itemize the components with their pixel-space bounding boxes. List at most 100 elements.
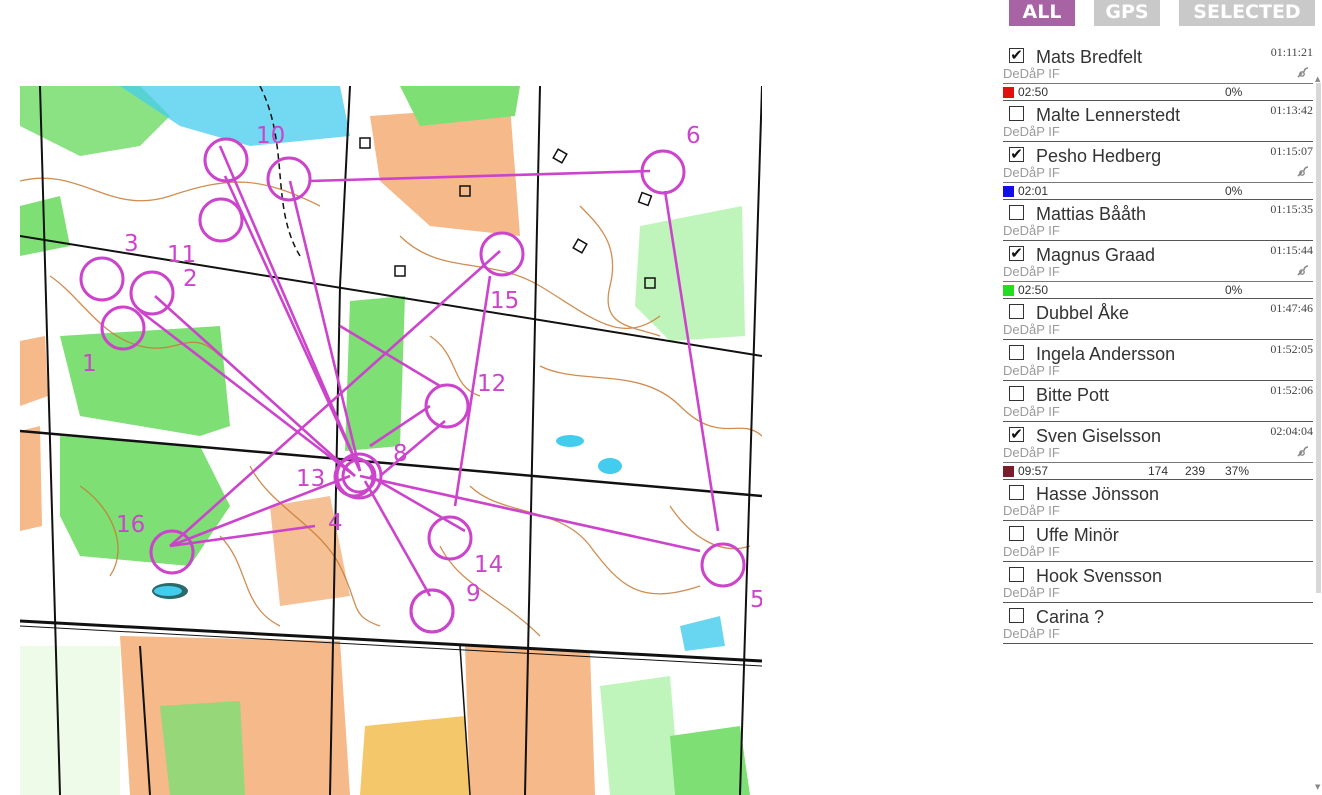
runner-start-time: 01:15:07 <box>1270 144 1313 158</box>
control-label-4: 4 <box>328 510 343 536</box>
runner-color-swatch[interactable] <box>1003 285 1014 296</box>
runner-header: Hook Svensson <box>1003 562 1313 586</box>
runner-checkbox[interactable] <box>1009 567 1024 582</box>
runner-club-line: DeDåP IF <box>1003 444 1313 462</box>
runner-start-time: 01:15:35 <box>1270 202 1313 216</box>
runner-color-swatch[interactable] <box>1003 186 1014 197</box>
runner-tracking-stats: 02:01 0% <box>1003 182 1313 199</box>
runner-club: DeDåP IF <box>1003 363 1060 378</box>
runner-club: DeDåP IF <box>1003 503 1060 518</box>
runner-row[interactable]: Carina ? DeDåP IF <box>1003 603 1313 644</box>
runner-stat-1: 174 <box>1148 464 1169 478</box>
runner-row[interactable]: Hook Svensson DeDåP IF <box>1003 562 1313 603</box>
runner-percent: 0% <box>1225 184 1243 198</box>
track-icon[interactable] <box>1295 165 1311 179</box>
runner-row[interactable]: Ingela Andersson 01:52:05 DeDåP IF <box>1003 340 1313 381</box>
runner-club: DeDåP IF <box>1003 585 1060 600</box>
runner-header: ✔ Sven Giselsson 02:04:04 <box>1003 422 1313 446</box>
runner-percent: 37% <box>1225 464 1250 478</box>
runner-row[interactable]: Mattias Bååth 01:15:35 DeDåP IF <box>1003 200 1313 241</box>
runner-checkbox[interactable]: ✔ <box>1009 246 1024 261</box>
runner-checkbox[interactable] <box>1009 106 1024 121</box>
orienteering-map[interactable]: 1 2 3 4 5 6 8 9 10 11 12 13 14 15 16 <box>20 86 762 795</box>
runner-tail-length: 02:50 <box>1018 85 1049 99</box>
runner-checkbox[interactable] <box>1009 485 1024 500</box>
runner-tail-length: 02:01 <box>1018 184 1049 198</box>
runner-checkbox[interactable] <box>1009 386 1024 401</box>
runner-checkbox[interactable] <box>1009 526 1024 541</box>
runner-checkbox[interactable] <box>1009 345 1024 360</box>
control-label-12: 12 <box>477 371 506 397</box>
runner-color-swatch[interactable] <box>1003 87 1014 98</box>
runner-start-time: 01:52:06 <box>1270 383 1313 397</box>
runner-tracking-stats: 02:50 0% <box>1003 83 1313 100</box>
runner-checkbox[interactable] <box>1009 304 1024 319</box>
runner-stat-2: 239 <box>1185 464 1206 478</box>
scrollbar-thumb[interactable] <box>1316 83 1321 593</box>
tab-gps[interactable]: GPS <box>1094 0 1160 26</box>
control-label-5: 5 <box>750 587 762 613</box>
runner-club-line: DeDåP IF <box>1003 362 1313 380</box>
runner-club-line: DeDåP IF <box>1003 263 1313 281</box>
control-label-8: 8 <box>393 441 408 467</box>
runner-club: DeDåP IF <box>1003 223 1060 238</box>
runner-row[interactable]: ✔ Mats Bredfelt 01:11:21 DeDåP IF 02:50 0% <box>1003 43 1313 101</box>
runner-club-line: DeDåP IF <box>1003 222 1313 240</box>
runner-club: DeDåP IF <box>1003 544 1060 559</box>
runner-checkbox[interactable]: ✔ <box>1009 147 1024 162</box>
runner-start-time: 01:15:44 <box>1270 243 1313 257</box>
runner-row[interactable]: ✔ Magnus Graad 01:15:44 DeDåP IF 02:50 0% <box>1003 241 1313 299</box>
runner-checkbox[interactable]: ✔ <box>1009 48 1024 63</box>
control-label-10: 10 <box>256 123 285 149</box>
runner-club-line: DeDåP IF <box>1003 403 1313 421</box>
runner-tail-length: 02:50 <box>1018 283 1049 297</box>
runner-row[interactable]: Malte Lennerstedt 01:13:42 DeDåP IF <box>1003 101 1313 142</box>
tab-all[interactable]: ALL <box>1009 0 1075 26</box>
control-label-16: 16 <box>116 512 145 538</box>
scroll-down-icon[interactable]: ▼ <box>1315 783 1320 791</box>
runner-header: ✔ Pesho Hedberg 01:15:07 <box>1003 142 1313 166</box>
runner-header: Dubbel Åke 01:47:46 <box>1003 299 1313 323</box>
control-label-2: 2 <box>183 266 198 292</box>
runner-header: Uffe Minör <box>1003 521 1313 545</box>
runner-club: DeDåP IF <box>1003 445 1060 460</box>
runner-list: ✔ Mats Bredfelt 01:11:21 DeDåP IF 02:50 0% Mal… <box>1003 43 1313 795</box>
control-label-6: 6 <box>686 123 701 149</box>
scroll-up-icon[interactable]: ▲ <box>1315 75 1320 83</box>
runner-row[interactable]: Uffe Minör DeDåP IF <box>1003 521 1313 562</box>
runner-color-swatch[interactable] <box>1003 466 1014 477</box>
runner-club: DeDåP IF <box>1003 124 1060 139</box>
runner-header: ✔ Magnus Graad 01:15:44 <box>1003 241 1313 265</box>
track-icon[interactable] <box>1295 264 1311 278</box>
list-scrollbar[interactable]: ▲ ▼ <box>1315 43 1322 795</box>
runner-start-time: 01:47:46 <box>1270 301 1313 315</box>
runner-checkbox[interactable] <box>1009 608 1024 623</box>
runner-checkbox[interactable]: ✔ <box>1009 427 1024 442</box>
runner-club-line: DeDåP IF <box>1003 502 1313 520</box>
track-icon[interactable] <box>1295 445 1311 459</box>
runner-row[interactable]: Hasse Jönsson DeDåP IF <box>1003 480 1313 521</box>
control-label-14: 14 <box>474 552 503 578</box>
control-label-13: 13 <box>296 466 325 492</box>
runner-checkbox[interactable] <box>1009 205 1024 220</box>
runner-club: DeDåP IF <box>1003 165 1060 180</box>
runner-club-line: DeDåP IF <box>1003 164 1313 182</box>
runner-club-line: DeDåP IF <box>1003 321 1313 339</box>
runner-club: DeDåP IF <box>1003 404 1060 419</box>
runner-club: DeDåP IF <box>1003 626 1060 641</box>
runner-percent: 0% <box>1225 85 1243 99</box>
tab-selected[interactable]: SELECTED <box>1179 0 1315 26</box>
control-label-1: 1 <box>82 351 97 377</box>
runner-start-time: 01:13:42 <box>1270 103 1313 117</box>
track-icon[interactable] <box>1295 66 1311 80</box>
runner-percent: 0% <box>1225 283 1243 297</box>
runner-club-line: DeDåP IF <box>1003 65 1313 83</box>
control-label-11: 11 <box>167 242 196 268</box>
runner-row[interactable]: Dubbel Åke 01:47:46 DeDåP IF <box>1003 299 1313 340</box>
runner-row[interactable]: ✔ Pesho Hedberg 01:15:07 DeDåP IF 02:01 0% <box>1003 142 1313 200</box>
runner-club: DeDåP IF <box>1003 264 1060 279</box>
runner-header: Malte Lennerstedt 01:13:42 <box>1003 101 1313 125</box>
runner-row[interactable]: Bitte Pott 01:52:06 DeDåP IF <box>1003 381 1313 422</box>
runner-header: Bitte Pott 01:52:06 <box>1003 381 1313 405</box>
runner-row[interactable]: ✔ Sven Giselsson 02:04:04 DeDåP IF 09:57 174 2… <box>1003 422 1313 480</box>
